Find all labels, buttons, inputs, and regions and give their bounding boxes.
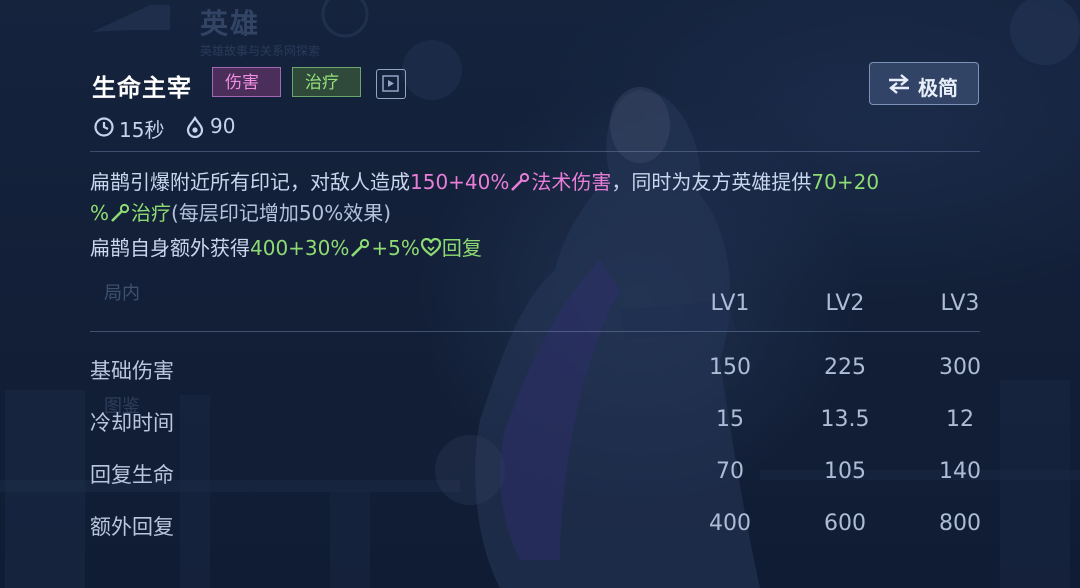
cooldown-value: 15秒 bbox=[119, 118, 165, 142]
swap-arrows-icon bbox=[889, 74, 909, 94]
description-text: ，同时为友方英雄提供 bbox=[611, 170, 812, 194]
mana-drop-icon bbox=[186, 116, 204, 138]
table-cell: 225 bbox=[824, 355, 866, 380]
heart-regen-icon bbox=[420, 237, 441, 257]
header-divider bbox=[90, 151, 980, 152]
description-line-1: 扁鹊引爆附近所有印记，对敌人造成150+40% 法术伤害，同时为友方英雄提供70+… bbox=[90, 166, 990, 198]
stack-note: (每层印记增加50%效果) bbox=[171, 201, 392, 225]
table-cell: 150 bbox=[709, 355, 751, 380]
heal-value-suffix: % bbox=[90, 201, 110, 225]
table-cell: 105 bbox=[824, 459, 866, 484]
table-cell: 70 bbox=[716, 459, 744, 484]
table-cell: 800 bbox=[939, 511, 981, 536]
description-text: 扁鹊引爆附近所有印记，对敌人造成 bbox=[90, 170, 410, 194]
heal-wand-icon bbox=[111, 203, 130, 222]
simple-mode-label: 极简 bbox=[918, 76, 958, 100]
magic-wand-icon bbox=[511, 172, 530, 191]
play-preview-icon bbox=[382, 75, 399, 92]
tag-damage: 伤害 bbox=[212, 67, 281, 97]
table-row-label: 回复生命 bbox=[90, 463, 174, 487]
table-row-label: 基础伤害 bbox=[90, 359, 174, 383]
heal-wand-icon bbox=[351, 238, 370, 257]
heal-value: 70+20 bbox=[811, 170, 880, 194]
tag-heal: 治疗 bbox=[292, 67, 361, 97]
table-col-lv1: LV1 bbox=[710, 291, 750, 316]
cost-value: 90 bbox=[210, 114, 236, 138]
description-line-2: % 治疗(每层印记增加50%效果) bbox=[90, 197, 990, 229]
table-col-lv2: LV2 bbox=[825, 291, 865, 316]
regen-type: 回复 bbox=[441, 236, 482, 260]
skill-detail-screen: 英雄 英雄故事与关系网探索 局内 图鉴 生命主宰 伤害 治疗 极简 15秒 90 bbox=[0, 0, 1080, 588]
table-cell: 15 bbox=[716, 407, 744, 432]
table-cell: 140 bbox=[939, 459, 981, 484]
table-cell: 12 bbox=[946, 407, 974, 432]
background-tab-in-game: 局内 bbox=[104, 283, 140, 304]
table-row-label: 额外回复 bbox=[90, 515, 174, 539]
background-page-subtitle: 英雄故事与关系网探索 bbox=[200, 44, 321, 58]
table-cell: 300 bbox=[939, 355, 981, 380]
background-page-title: 英雄 bbox=[200, 7, 261, 40]
heal-type: 治疗 bbox=[131, 201, 172, 225]
skill-preview-button[interactable] bbox=[376, 69, 406, 99]
table-cell: 600 bbox=[824, 511, 866, 536]
description-text: 扁鹊自身额外获得 bbox=[90, 236, 250, 260]
table-row-label: 冷却时间 bbox=[90, 411, 174, 435]
skill-name: 生命主宰 bbox=[92, 74, 192, 102]
table-cell: 400 bbox=[709, 511, 751, 536]
regen-value: 400+30% bbox=[250, 236, 350, 260]
table-col-lv3: LV3 bbox=[940, 291, 980, 316]
magic-damage-type: 法术伤害 bbox=[531, 170, 612, 194]
regen-bonus: +5% bbox=[371, 236, 420, 260]
clock-icon bbox=[94, 117, 114, 137]
table-cell: 13.5 bbox=[820, 407, 870, 432]
table-divider bbox=[90, 331, 980, 332]
magic-damage-value: 150+40% bbox=[410, 170, 510, 194]
simple-mode-button[interactable]: 极简 bbox=[869, 62, 979, 105]
description-line-3: 扁鹊自身额外获得400+30% +5% 回复 bbox=[90, 232, 990, 264]
